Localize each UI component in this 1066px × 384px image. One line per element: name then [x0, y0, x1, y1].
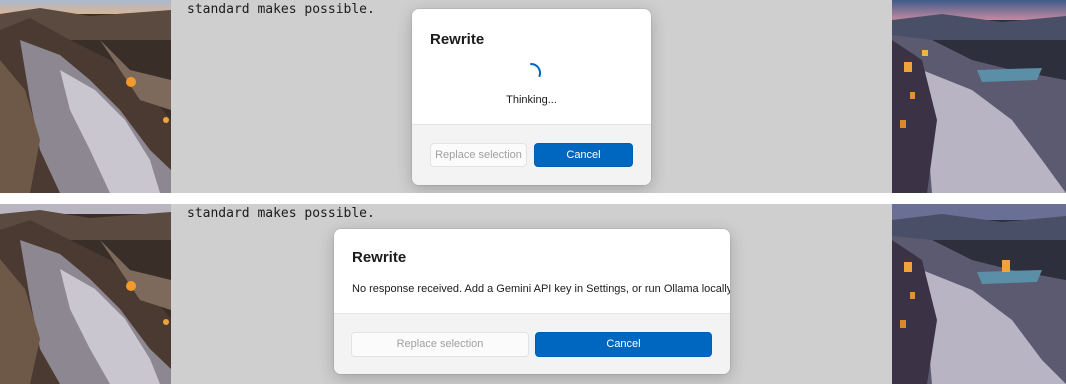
screenshot-thinking-state: standard makes possible. Rewrite Thinkin… — [0, 0, 1066, 193]
rewrite-dialog-thinking: Rewrite Thinking... Replace selection Ca… — [412, 9, 651, 185]
cancel-button[interactable]: Cancel — [535, 332, 712, 357]
dialog-footer: Replace selection Cancel — [412, 124, 651, 185]
screenshot-error-state: standard makes possible. Rewrite No resp… — [0, 204, 1066, 384]
desktop-wallpaper-right — [892, 204, 1066, 384]
dialog-title: Rewrite — [430, 31, 485, 48]
editor-text: standard makes possible. — [187, 206, 375, 221]
loading-spinner-icon — [530, 62, 541, 77]
desktop-wallpaper-left — [0, 0, 171, 193]
dialog-title: Rewrite — [352, 249, 407, 266]
desktop-wallpaper-right — [892, 0, 1066, 193]
replace-selection-button[interactable]: Replace selection — [430, 143, 527, 167]
replace-selection-button[interactable]: Replace selection — [351, 332, 529, 357]
error-message: No response received. Add a Gemini API k… — [352, 283, 730, 295]
status-text: Thinking... — [506, 94, 557, 106]
dialog-footer: Replace selection Cancel — [334, 313, 730, 374]
screen: { "editor": { "text": "standard makes po… — [0, 0, 1066, 384]
editor-text: standard makes possible. — [187, 2, 375, 17]
rewrite-dialog-error: Rewrite No response received. Add a Gemi… — [334, 229, 730, 374]
cancel-button[interactable]: Cancel — [534, 143, 633, 167]
desktop-wallpaper-left — [0, 204, 171, 384]
